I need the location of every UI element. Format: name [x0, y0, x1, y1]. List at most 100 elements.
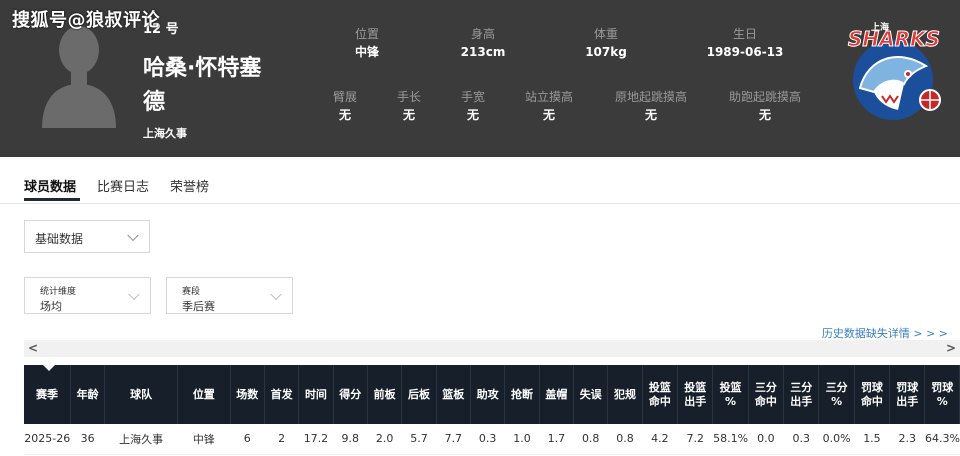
stat-value: 213cm	[460, 45, 506, 59]
chevron-down-icon	[127, 229, 139, 241]
column-header[interactable]: 得分	[333, 365, 368, 424]
table-scrollbar[interactable]: < >	[24, 340, 960, 357]
column-header[interactable]: 罚球 %	[924, 365, 960, 424]
column-header-label: 助攻	[476, 387, 499, 401]
column-header-label: 后板	[407, 387, 430, 401]
column-header[interactable]: 失误	[573, 365, 609, 424]
table-cell: 0.0%	[818, 424, 855, 455]
column-header-label: 首发	[270, 387, 293, 401]
column-header[interactable]: 三分 出手	[783, 365, 820, 424]
column-header[interactable]: 罚球 出手	[889, 365, 926, 424]
column-header[interactable]: 时间	[298, 365, 334, 424]
column-header-label: 位置	[192, 387, 215, 401]
table-body: 2025-26 36 上海久事 中锋 6 2 17.2 9.8 2.0 5.7 7.7 0.3 1.0 1…	[24, 424, 960, 455]
table-cell: 1.0	[504, 424, 540, 455]
dimension-label: 统计维度	[40, 287, 77, 297]
table-cell: 0.3	[783, 424, 819, 455]
stat-value: 中锋	[354, 45, 379, 59]
table-cell: 6	[230, 424, 265, 455]
table-cell: 36	[70, 424, 105, 455]
column-header-label: 得分	[339, 387, 362, 401]
column-header[interactable]: 篮板	[436, 365, 471, 424]
stat-running-vertical: 助跑起跳摸高 无	[705, 89, 825, 123]
stat-label: 身高	[470, 27, 495, 41]
column-header[interactable]: 盖帽	[539, 365, 575, 424]
table-cell: 1.5	[854, 424, 890, 455]
column-header-label: 投篮 出手	[684, 380, 707, 408]
chevron-down-icon	[128, 288, 140, 300]
player-name: 哈桑·怀特塞德	[143, 56, 262, 115]
scroll-left-icon[interactable]: <	[28, 340, 38, 357]
column-header-label: 篮板	[442, 387, 465, 401]
column-header[interactable]: 三分 命中	[748, 365, 785, 424]
player-team: 上海久事	[143, 127, 187, 140]
tab-honors[interactable]: 荣誉榜	[170, 176, 209, 195]
stat-value: 1989-06-13	[706, 45, 784, 59]
column-header[interactable]: 年龄	[70, 365, 106, 424]
column-header-label: 失误	[579, 387, 602, 401]
column-header[interactable]: 首发	[264, 365, 300, 424]
column-header[interactable]: 后板	[401, 365, 437, 424]
column-header-label: 罚球 出手	[896, 380, 919, 408]
phase-select[interactable]: 赛段 季后赛	[166, 277, 293, 314]
column-header-label: 三分 命中	[754, 380, 777, 408]
sort-indicator-icon	[42, 364, 56, 371]
table-cell: 0.8	[573, 424, 608, 455]
column-header[interactable]: 赛季	[24, 364, 71, 424]
logo-top-text: 上海	[871, 21, 889, 33]
stat-label: 位置	[354, 27, 379, 41]
table-cell: 2	[264, 424, 299, 455]
stat-label: 原地起跳摸高	[614, 90, 687, 104]
column-header-label: 投篮 命中	[648, 380, 671, 408]
tab-game-log[interactable]: 比赛日志	[97, 176, 149, 195]
history-data-link[interactable]: 历史数据缺失详情 > > >	[822, 325, 948, 341]
stat-birthday: 生日 1989-06-13	[685, 26, 805, 60]
column-header[interactable]: 投篮 出手	[677, 365, 714, 424]
column-header-label: 球队	[130, 387, 153, 401]
table-cell: 2025-26	[24, 424, 71, 455]
column-header-label: 年龄	[76, 387, 99, 401]
column-header[interactable]: 三分 %	[818, 365, 855, 424]
table-cell: 上海久事	[104, 424, 178, 455]
table-cell: 0.8	[607, 424, 643, 455]
stat-label: 生日	[732, 27, 757, 41]
column-header-label: 罚球 %	[931, 380, 954, 408]
column-header-label: 前板	[373, 387, 396, 401]
stat-position: 位置 中锋	[307, 26, 427, 60]
column-header[interactable]: 投篮 命中	[642, 365, 679, 424]
table-cell: 7.2	[677, 424, 713, 455]
table-cell: 64.3%	[924, 424, 960, 455]
active-tab-indicator	[24, 198, 80, 201]
column-header[interactable]: 投篮 %	[712, 365, 749, 424]
column-header-label: 场数	[236, 387, 259, 401]
column-header[interactable]: 位置	[177, 365, 231, 424]
stat-label: 体重	[593, 27, 618, 41]
table-cell: 5.7	[401, 424, 437, 455]
column-header[interactable]: 助攻	[470, 365, 506, 424]
table-cell: 9.8	[333, 424, 368, 455]
watermark: 搜狐号@狼叔评论	[12, 10, 160, 31]
column-header[interactable]: 球队	[104, 365, 179, 424]
column-header-label: 时间	[304, 387, 327, 401]
stat-weight: 体重 107kg	[546, 26, 666, 60]
scroll-right-icon[interactable]: >	[946, 340, 956, 357]
table-cell: 中锋	[177, 424, 231, 455]
column-header[interactable]: 抢断	[504, 365, 540, 424]
dimension-value: 场均	[40, 300, 62, 313]
stat-value: 无	[758, 108, 771, 122]
stat-value: 107kg	[585, 45, 627, 59]
column-header[interactable]: 场数	[230, 365, 265, 424]
tab-player-stats[interactable]: 球员数据	[24, 176, 76, 195]
table-cell: 58.1%	[712, 424, 749, 455]
column-header[interactable]: 罚球 命中	[854, 365, 891, 424]
data-type-value: 基础数据	[35, 232, 84, 246]
table-header-row: 赛季 年龄 球队 位置 场数 首发 时间 得分 前板 后板 篮板 助攻 抢断 盖帽 失误 犯规 投篮 命中 投篮 …	[24, 364, 960, 424]
dimension-select[interactable]: 统计维度 场均	[24, 277, 151, 314]
column-header[interactable]: 犯规	[607, 365, 643, 424]
phase-value: 季后赛	[182, 300, 215, 313]
column-header[interactable]: 前板	[367, 365, 403, 424]
stat-label: 助跑起跳摸高	[728, 90, 801, 104]
data-type-select[interactable]: 基础数据	[24, 220, 150, 253]
column-header-label: 赛季	[35, 387, 58, 401]
table-cell: 2.3	[889, 424, 925, 455]
